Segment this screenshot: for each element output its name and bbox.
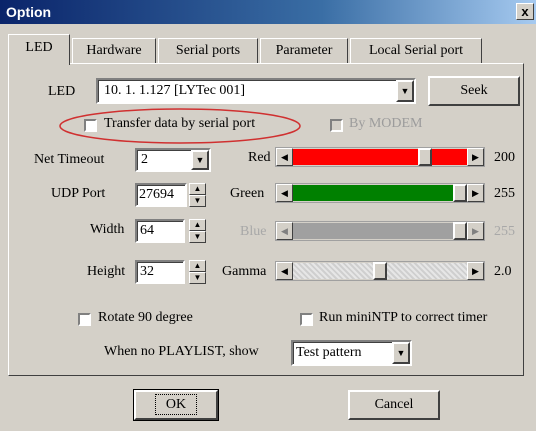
green-slider-thumb[interactable] xyxy=(453,184,467,202)
transfer-label: Transfer data by serial port xyxy=(104,116,256,131)
gamma-label: Gamma xyxy=(222,264,267,279)
rotate-label: Rotate 90 degree xyxy=(98,310,193,325)
green-slider-track xyxy=(293,185,453,201)
playlist-value: Test pattern xyxy=(296,345,362,360)
spin-down-icon[interactable]: ▼ xyxy=(189,195,206,207)
tab-led[interactable]: LED xyxy=(8,34,70,65)
led-select-value: 10. 1. 1.127 [LYTec 001] xyxy=(104,83,246,98)
transfer-checkbox[interactable] xyxy=(84,119,97,132)
net-timeout-label: Net Timeout xyxy=(34,152,105,167)
net-timeout-select[interactable]: 2 ▼ xyxy=(135,148,211,172)
red-slider-track xyxy=(293,149,418,165)
close-icon: x xyxy=(521,4,529,19)
window-title: Option xyxy=(6,4,52,20)
blue-label: Blue xyxy=(240,224,267,239)
green-slider[interactable]: ◀ ▶ xyxy=(275,183,485,203)
modem-checkbox xyxy=(330,119,343,132)
seek-button[interactable]: Seek xyxy=(428,76,520,106)
blue-slider: ◀ ▶ xyxy=(275,221,485,241)
gamma-value: 2.0 xyxy=(494,264,512,279)
width-value: 64 xyxy=(140,223,154,238)
chevron-right-icon: ▶ xyxy=(467,222,484,240)
green-label: Green xyxy=(230,186,265,201)
playlist-select[interactable]: Test pattern ▼ xyxy=(291,340,412,366)
close-button[interactable]: x xyxy=(516,3,534,20)
chevron-right-icon[interactable]: ▶ xyxy=(467,148,484,166)
height-label: Height xyxy=(87,264,126,279)
ok-button[interactable]: OK xyxy=(133,389,219,421)
red-label: Red xyxy=(248,150,271,165)
tab-serial-ports[interactable]: Serial ports xyxy=(158,38,258,64)
spin-up-icon[interactable]: ▲ xyxy=(189,219,206,231)
width-spinner[interactable]: ▲ ▼ xyxy=(189,219,206,243)
chevron-right-icon[interactable]: ▶ xyxy=(467,184,484,202)
spin-down-icon[interactable]: ▼ xyxy=(189,231,206,243)
chevron-down-icon[interactable]: ▼ xyxy=(191,150,209,170)
led-label: LED xyxy=(48,84,76,99)
spin-up-icon[interactable]: ▲ xyxy=(189,183,206,195)
tab-hardware[interactable]: Hardware xyxy=(72,38,156,64)
gamma-slider-thumb[interactable] xyxy=(373,262,387,280)
chevron-left-icon: ◀ xyxy=(276,222,293,240)
blue-slider-thumb xyxy=(453,222,467,240)
udp-port-label: UDP Port xyxy=(51,186,106,201)
width-label: Width xyxy=(90,222,125,237)
net-timeout-value: 2 xyxy=(141,152,148,167)
ntp-checkbox[interactable] xyxy=(300,313,313,326)
gamma-slider-track xyxy=(293,263,373,279)
blue-value: 255 xyxy=(494,224,515,239)
green-value: 255 xyxy=(494,186,515,201)
gamma-slider[interactable]: ◀ ▶ xyxy=(275,261,485,281)
spin-down-icon[interactable]: ▼ xyxy=(189,272,206,284)
tab-parameter[interactable]: Parameter xyxy=(260,38,348,64)
chevron-left-icon[interactable]: ◀ xyxy=(276,184,293,202)
chevron-left-icon[interactable]: ◀ xyxy=(276,148,293,166)
udp-port-spinner[interactable]: ▲ ▼ xyxy=(189,183,206,207)
chevron-right-icon[interactable]: ▶ xyxy=(467,262,484,280)
cancel-button[interactable]: Cancel xyxy=(348,390,440,420)
chevron-left-icon[interactable]: ◀ xyxy=(276,262,293,280)
red-value: 200 xyxy=(494,150,515,165)
height-value: 32 xyxy=(140,264,154,279)
red-slider-thumb[interactable] xyxy=(418,148,432,166)
led-select[interactable]: 10. 1. 1.127 [LYTec 001] ▼ xyxy=(96,78,416,104)
tab-local-serial-port[interactable]: Local Serial port xyxy=(350,38,482,64)
height-input[interactable]: 32 xyxy=(135,260,185,284)
chevron-down-icon[interactable]: ▼ xyxy=(396,80,414,102)
height-spinner[interactable]: ▲ ▼ xyxy=(189,260,206,284)
chevron-down-icon[interactable]: ▼ xyxy=(392,342,410,364)
gamma-slider-track-remainder xyxy=(387,263,467,279)
ntp-label: Run miniNTP to correct timer xyxy=(319,310,488,325)
width-input[interactable]: 64 xyxy=(135,219,185,243)
spin-up-icon[interactable]: ▲ xyxy=(189,260,206,272)
modem-label: By MODEM xyxy=(349,116,423,131)
udp-port-input[interactable]: 27694 xyxy=(135,183,187,207)
rotate-checkbox[interactable] xyxy=(78,313,91,326)
red-slider-track-remainder xyxy=(432,149,467,165)
window-title-bar[interactable]: Option xyxy=(0,0,536,24)
red-slider[interactable]: ◀ ▶ xyxy=(275,147,485,167)
blue-slider-track xyxy=(293,223,453,239)
playlist-label: When no PLAYLIST, show xyxy=(104,344,259,359)
udp-port-value: 27694 xyxy=(139,187,174,202)
